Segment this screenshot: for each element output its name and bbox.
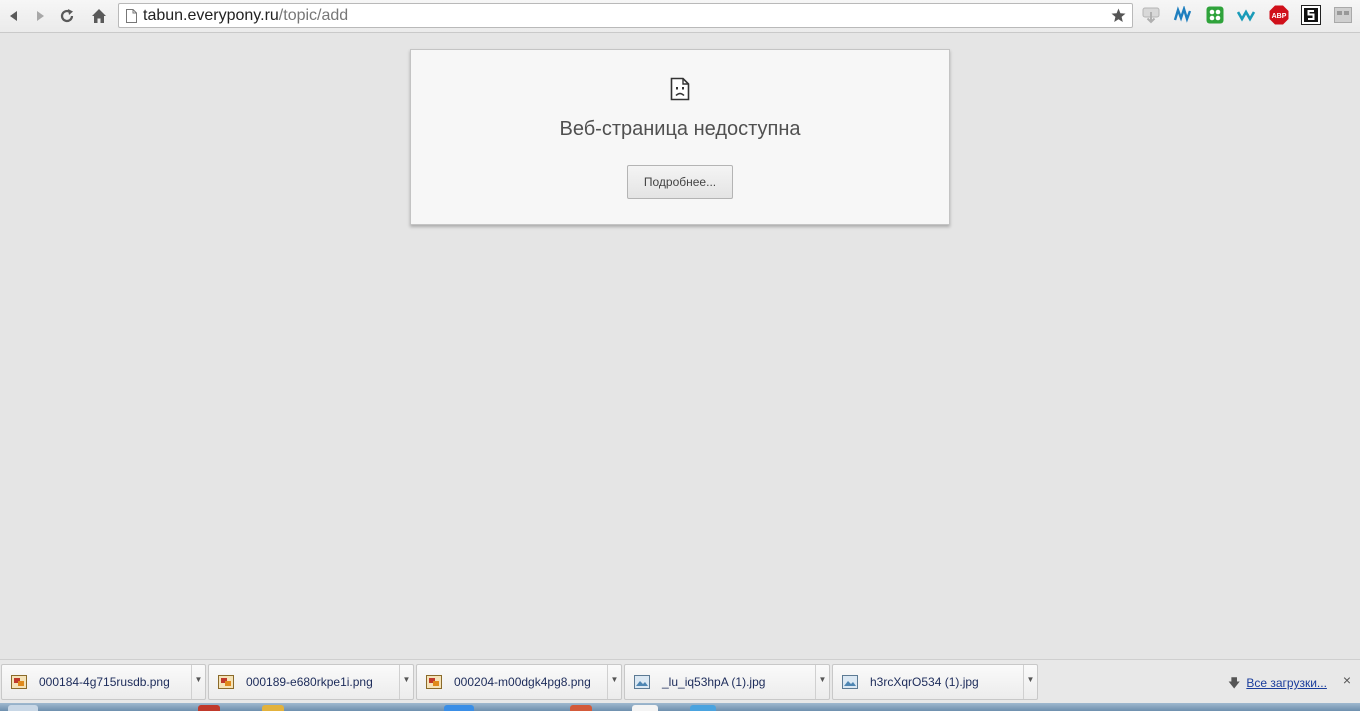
adblock-ext-icon[interactable]: ABP [1269, 5, 1289, 25]
png-file-icon [11, 675, 27, 689]
download-menu-arrow[interactable]: ▼ [815, 665, 829, 699]
download-item[interactable]: 000189-e680rkpe1i.png ▼ [208, 664, 414, 700]
menu-ext-icon[interactable] [1333, 5, 1353, 25]
download-menu-arrow[interactable]: ▼ [607, 665, 621, 699]
url-text: tabun.everypony.ru/topic/add [143, 7, 348, 25]
download-item[interactable]: h3rcXqrO534 (1).jpg ▼ [832, 664, 1038, 700]
png-file-icon [218, 675, 234, 689]
download-item-name: h3rcXqrO534 (1).jpg [870, 675, 979, 689]
download-menu-arrow[interactable]: ▼ [399, 665, 413, 699]
adblock-label: ABP [1272, 13, 1287, 20]
download-item[interactable]: 000184-4g715rusdb.png ▼ [1, 664, 206, 700]
reload-icon [60, 9, 74, 23]
bookmark-star-icon[interactable] [1110, 7, 1127, 24]
wave-ext-icon[interactable] [1237, 5, 1257, 25]
browser-toolbar: tabun.everypony.ru/topic/add ABP [0, 0, 1360, 33]
download-item-name: 000184-4g715rusdb.png [39, 675, 170, 689]
error-card: Веб-страница недоступна Подробнее... [410, 49, 950, 225]
taskbar-app-icon[interactable] [262, 705, 284, 711]
png-file-icon [426, 675, 442, 689]
taskbar-app-icon[interactable] [444, 705, 474, 711]
taskbar-app-icon[interactable] [570, 705, 592, 711]
download-menu-arrow[interactable]: ▼ [191, 665, 205, 699]
taskbar-app-icon[interactable] [690, 705, 716, 711]
download-item-name: _lu_iq53hpA (1).jpg [662, 675, 766, 689]
forward-icon [37, 11, 44, 21]
jpg-file-icon [842, 675, 858, 689]
home-icon [92, 9, 106, 23]
sad-page-icon [670, 77, 690, 101]
taskbar-app-icon[interactable] [632, 705, 658, 711]
download-ext-icon[interactable] [1141, 5, 1161, 25]
error-title: Веб-страница недоступна [559, 118, 801, 140]
download-menu-arrow[interactable]: ▼ [1023, 665, 1037, 699]
stats-ext-icon[interactable] [1173, 5, 1193, 25]
url-path: /topic/add [278, 6, 349, 24]
address-bar[interactable]: tabun.everypony.ru/topic/add [118, 3, 1133, 28]
green-ext-icon[interactable] [1205, 5, 1225, 25]
back-button[interactable] [2, 4, 26, 28]
url-domain: tabun.everypony.ru [143, 6, 279, 24]
all-downloads-link[interactable]: 🡇 Все загрузки... [1228, 674, 1327, 695]
download-item-name: 000189-e680rkpe1i.png [246, 675, 373, 689]
back-icon [10, 11, 17, 21]
reload-button[interactable] [55, 4, 79, 28]
taskbar-strip [0, 703, 1360, 711]
home-button[interactable] [87, 4, 111, 28]
page-icon [125, 8, 137, 24]
download-item[interactable]: _lu_iq53hpA (1).jpg ▼ [624, 664, 830, 700]
taskbar-app-icon[interactable] [198, 705, 220, 711]
download-item-name: 000204-m00dgk4pg8.png [454, 675, 591, 689]
details-button[interactable]: Подробнее... [627, 165, 733, 199]
close-icon[interactable]: × [1340, 673, 1354, 687]
start-orb[interactable] [8, 705, 38, 711]
forward-button[interactable] [28, 4, 52, 28]
s-ext-icon[interactable] [1301, 5, 1321, 25]
download-arrow-icon: 🡇 [1228, 676, 1241, 690]
download-shelf: 000184-4g715rusdb.png ▼ 000189-e680rkpe1… [0, 659, 1360, 703]
jpg-file-icon [634, 675, 650, 689]
download-item[interactable]: 000204-m00dgk4pg8.png ▼ [416, 664, 622, 700]
all-downloads-label: Все загрузки... [1246, 676, 1327, 690]
